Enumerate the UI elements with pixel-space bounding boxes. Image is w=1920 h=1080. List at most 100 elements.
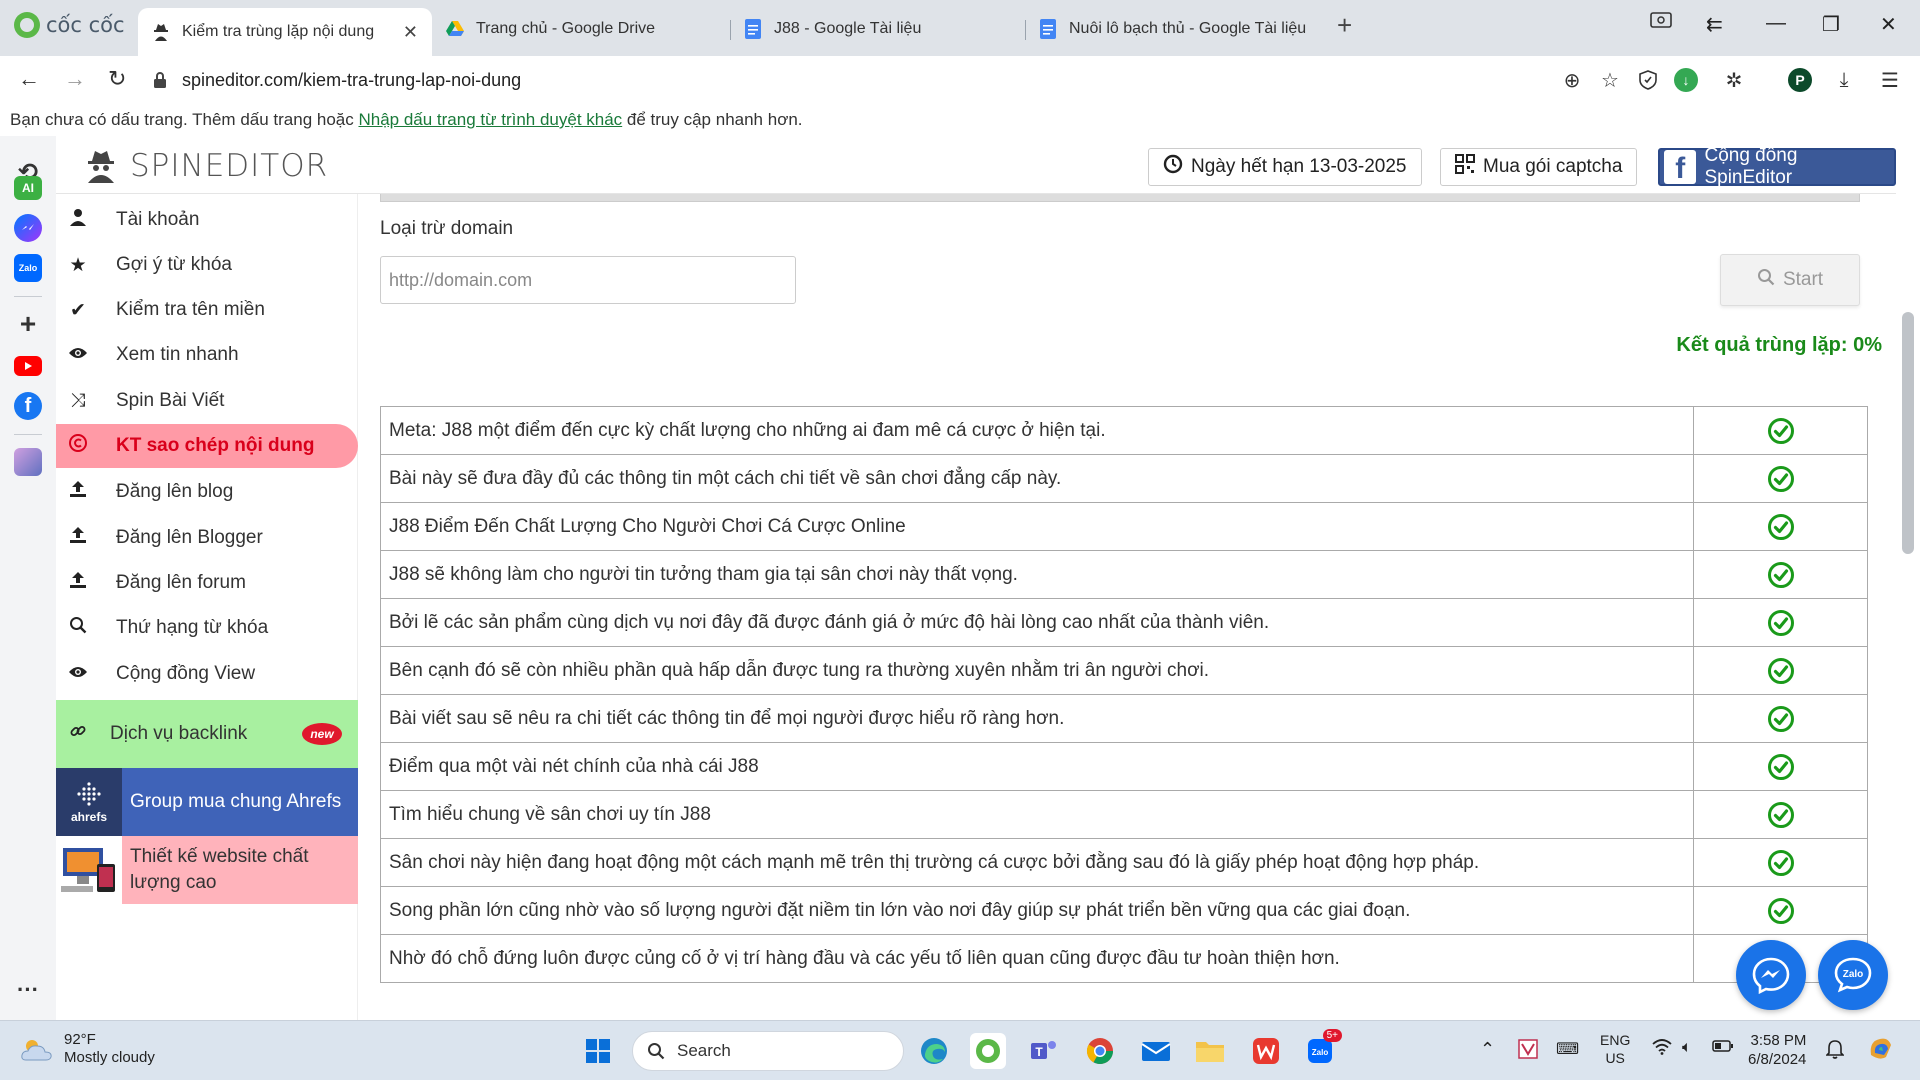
- scrollbar-thumb[interactable]: [1902, 312, 1914, 554]
- search-label: Search: [677, 1041, 731, 1060]
- back-arrows-icon[interactable]: ⇇: [1706, 12, 1723, 37]
- exclude-domain-input[interactable]: [380, 256, 796, 304]
- facebook-icon[interactable]: f: [14, 392, 42, 420]
- zalo-icon[interactable]: Zalo: [14, 254, 42, 282]
- tray-app-icon[interactable]: [1518, 1039, 1538, 1064]
- chrome-icon[interactable]: [1082, 1033, 1118, 1069]
- table-row: J88 Điểm Đến Chất Lượng Cho Người Chơi C…: [380, 502, 1868, 551]
- site-name: SPINEDITOR: [130, 148, 329, 184]
- messenger-chat-button[interactable]: [1736, 940, 1806, 1010]
- search-icon: [66, 616, 90, 640]
- sidebar-item-spin[interactable]: ⤨ Spin Bài Viết: [56, 379, 358, 423]
- shield-icon[interactable]: [1636, 68, 1660, 92]
- eye-icon: [66, 344, 90, 366]
- taskbar-search[interactable]: Search: [632, 1031, 904, 1071]
- forward-icon[interactable]: →: [64, 66, 86, 92]
- page-scrollbar[interactable]: [1896, 136, 1920, 1020]
- promo-website-design[interactable]: Thiết kế website chất lượng cao: [56, 836, 358, 904]
- tab-active[interactable]: Kiểm tra trùng lặp nội dung ✕: [138, 8, 432, 56]
- back-icon[interactable]: ←: [18, 66, 40, 92]
- clock-date: 6/8/2024: [1748, 1051, 1807, 1068]
- more-icon[interactable]: ···: [14, 976, 42, 1004]
- result-sentence: J88 Điểm Đến Chất Lượng Cho Người Chơi C…: [380, 502, 1694, 551]
- keyboard-icon[interactable]: ⌨: [1556, 1039, 1579, 1059]
- cloud-icon: [21, 1040, 52, 1061]
- start-button[interactable]: Start: [1720, 254, 1860, 306]
- minimize-icon[interactable]: —: [1766, 12, 1786, 35]
- tray-chevron-icon[interactable]: ⌃: [1480, 1039, 1495, 1060]
- lock-icon: [154, 72, 166, 88]
- ahrefs-logo-icon: ahrefs: [56, 768, 122, 836]
- weather-widget[interactable]: 92°F Mostly cloudy: [20, 1031, 155, 1067]
- sidebar-item-post-blog[interactable]: Đăng lên blog: [56, 470, 358, 514]
- mail-icon[interactable]: [1138, 1033, 1174, 1069]
- app-thumbnail-icon[interactable]: [14, 448, 42, 476]
- community-button[interactable]: f Cộng đồng SpinEditor: [1658, 145, 1896, 188]
- battery-icon[interactable]: [1712, 1039, 1734, 1058]
- profile-avatar[interactable]: P: [1788, 68, 1812, 92]
- copilot-icon[interactable]: [1866, 1033, 1896, 1068]
- teams-icon[interactable]: T: [1026, 1033, 1062, 1069]
- sidebar-item-keyword-suggest[interactable]: ★ Gợi ý từ khóa: [56, 243, 358, 287]
- zalo-taskbar-icon[interactable]: Zalo 5+: [1302, 1029, 1342, 1069]
- sidebar-item-community-view[interactable]: Cộng đồng View: [56, 652, 358, 696]
- sidebar-item-post-forum[interactable]: Đăng lên forum: [56, 561, 358, 605]
- google-docs-icon: [1039, 19, 1057, 39]
- import-bookmarks-link[interactable]: Nhập dấu trang từ trình duyệt khác: [358, 110, 622, 129]
- tab-title: J88 - Google Tài liệu: [774, 20, 922, 37]
- result-status: [1693, 550, 1868, 599]
- language-indicator[interactable]: ENG US: [1600, 1031, 1630, 1067]
- ai-icon[interactable]: AI: [14, 176, 42, 200]
- sidebar-item-post-blogger[interactable]: Đăng lên Blogger: [56, 516, 358, 560]
- edge-icon[interactable]: [916, 1033, 952, 1069]
- result-status: [1693, 694, 1868, 743]
- sidebar-item-account[interactable]: Tài khoản: [56, 198, 358, 242]
- windows-start-icon[interactable]: [580, 1033, 616, 1069]
- wifi-icon[interactable]: [1652, 1039, 1672, 1060]
- youtube-icon[interactable]: [14, 356, 42, 376]
- reload-icon[interactable]: ↻: [108, 66, 126, 92]
- browser-logo[interactable]: cốc cốc: [14, 12, 125, 38]
- site-logo[interactable]: SPINEDITOR: [86, 148, 328, 184]
- zalo-chat-button[interactable]: Zalo: [1818, 940, 1888, 1010]
- sidebar-item-quick-news[interactable]: Xem tin nhanh: [56, 333, 358, 377]
- tab-close-icon[interactable]: ✕: [403, 22, 418, 43]
- downloads-icon[interactable]: ⤓: [1832, 68, 1856, 92]
- notification-bell-icon[interactable]: [1825, 1039, 1845, 1064]
- url-field[interactable]: spineditor.com/kiem-tra-trung-lap-noi-du…: [152, 64, 521, 96]
- sidebar-item-backlink[interactable]: Dịch vụ backlink new: [56, 700, 358, 768]
- svg-text:T: T: [1035, 1045, 1043, 1059]
- restore-icon[interactable]: ❐: [1822, 12, 1840, 37]
- new-tab-button[interactable]: +: [1337, 10, 1352, 41]
- coccoc-taskbar-icon[interactable]: [970, 1033, 1006, 1069]
- add-icon[interactable]: +: [14, 308, 42, 339]
- messenger-icon[interactable]: [14, 214, 42, 242]
- menu-icon[interactable]: ☰: [1878, 68, 1902, 92]
- tab-search-icon[interactable]: [1650, 12, 1672, 36]
- table-row: Meta: J88 một điểm đến cực kỳ chất lượng…: [380, 406, 1868, 455]
- result-status: [1693, 742, 1868, 791]
- zoom-icon[interactable]: ⊕: [1560, 68, 1584, 92]
- sidebar-item-keyword-rank[interactable]: Thứ hạng từ khóa: [56, 606, 358, 650]
- extensions-icon[interactable]: ✲: [1722, 68, 1746, 92]
- expiry-button[interactable]: Ngày hết hạn 13-03-2025: [1148, 148, 1422, 186]
- buy-captcha-button[interactable]: Mua gói captcha: [1440, 148, 1638, 186]
- file-explorer-icon[interactable]: [1192, 1033, 1228, 1069]
- promo-ahrefs[interactable]: ahrefs Group mua chung Ahrefs: [56, 768, 358, 836]
- upload-icon: [66, 526, 90, 550]
- result-sentence: Tìm hiểu chung về sân chơi uy tín J88: [380, 790, 1694, 839]
- sidebar-item-label: Xem tin nhanh: [116, 344, 239, 365]
- system-clock[interactable]: 3:58 PM 6/8/2024: [1748, 1031, 1806, 1069]
- tab-nuoi-lo-doc[interactable]: Nuôi lô bạch thủ - Google Tài liệu: [1025, 8, 1325, 50]
- bookmark-star-icon[interactable]: ☆: [1598, 68, 1622, 92]
- duplicate-result: Kết quả trùng lặp: 0%: [1676, 334, 1882, 356]
- tab-j88-doc[interactable]: J88 - Google Tài liệu: [730, 8, 1020, 50]
- volume-icon[interactable]: 🔈︎: [1682, 1039, 1692, 1057]
- tab-google-drive[interactable]: Trang chủ - Google Drive: [432, 8, 722, 50]
- sidebar-item-copy-check[interactable]: KT sao chép nội dung: [56, 424, 358, 468]
- download-green-icon[interactable]: ↓: [1674, 68, 1698, 92]
- notification-badge: 5+: [1322, 1029, 1342, 1042]
- sidebar-item-domain-check[interactable]: ✔ Kiểm tra tên miền: [56, 288, 358, 332]
- close-window-icon[interactable]: ✕: [1880, 12, 1897, 37]
- wps-office-icon[interactable]: [1248, 1033, 1284, 1069]
